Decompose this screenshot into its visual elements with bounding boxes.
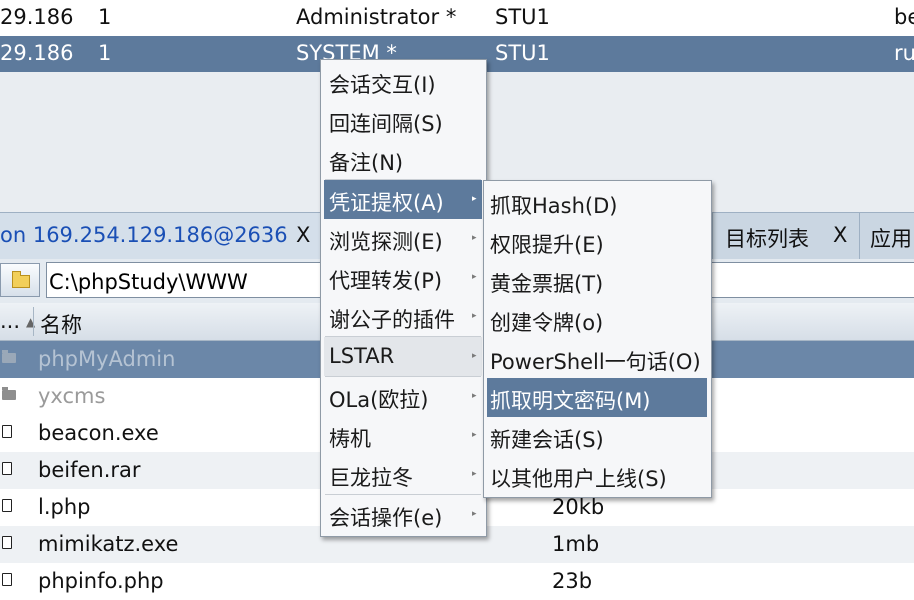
- menu-item-label: PowerShell一句话(O): [490, 350, 701, 374]
- file-name: yxcms: [38, 384, 106, 408]
- menu-item-label: 权限提升(E): [490, 233, 604, 257]
- tab-label: 应用: [870, 227, 912, 251]
- file-name: phpinfo.php: [38, 569, 164, 593]
- file-icon: [2, 425, 12, 438]
- session-row[interactable]: 29.186 1 Administrator * STU1 be: [0, 0, 914, 36]
- tab-targets[interactable]: 目标列表 X: [713, 213, 859, 259]
- file-size: 20kb: [552, 495, 605, 519]
- menu-item-label: 黄金票据(T): [490, 272, 604, 296]
- submenu-item-elevate[interactable]: 权限提升(E): [487, 222, 707, 261]
- menu-item-taowu[interactable]: 梼机 ▸: [324, 416, 482, 455]
- column-divider[interactable]: [33, 307, 34, 336]
- menu-item-plugin[interactable]: 谢公子的插件 ▸: [324, 297, 482, 336]
- file-icon: [2, 573, 12, 586]
- menu-item-label: 抓取明文密码(M): [490, 389, 651, 413]
- submenu-arrow-icon: ▸: [472, 391, 477, 401]
- submenu-item-spawn-session[interactable]: 新建会话(S): [487, 417, 707, 456]
- access-submenu: 抓取Hash(D) 权限提升(E) 黄金票据(T) 创建令牌(o) PowerS…: [483, 180, 712, 498]
- session-ip: 29.186: [0, 5, 74, 29]
- submenu-arrow-icon: ▸: [472, 272, 477, 282]
- file-icon: [2, 499, 12, 512]
- submenu-arrow-icon: ▸: [472, 233, 477, 243]
- browse-folder-button[interactable]: [0, 263, 40, 297]
- menu-item-session[interactable]: 会话操作(e) ▸: [324, 495, 482, 534]
- session-ip: 29.186: [0, 41, 74, 65]
- tab-file-browser[interactable]: on 169.254.129.186@2636 X: [0, 213, 322, 259]
- submenu-arrow-icon: ▸: [472, 351, 477, 361]
- menu-item-ladon[interactable]: 巨龙拉冬 ▸: [324, 455, 482, 494]
- file-name: l.php: [38, 495, 91, 519]
- submenu-item-powershell-oneliner[interactable]: PowerShell一句话(O): [487, 339, 707, 378]
- file-size: 1mb: [552, 532, 600, 556]
- folder-icon: [12, 271, 30, 288]
- menu-item-interact[interactable]: 会话交互(I): [324, 62, 482, 101]
- menu-item-ola[interactable]: OLa(欧拉) ▸: [324, 377, 482, 416]
- menu-item-label: 梼机: [329, 427, 371, 451]
- menu-item-note[interactable]: 备注(N): [324, 140, 482, 179]
- session-user: Administrator *: [296, 5, 457, 29]
- menu-item-label: 谢公子的插件: [329, 308, 455, 332]
- tab-close-icon[interactable]: X: [833, 223, 847, 247]
- session-extra: be: [894, 5, 914, 29]
- file-name: beacon.exe: [38, 421, 159, 445]
- menu-item-sleep[interactable]: 回连间隔(S): [324, 101, 482, 140]
- menu-item-explore[interactable]: 浏览探测(E) ▸: [324, 219, 482, 258]
- menu-item-label: 会话操作(e): [329, 506, 443, 530]
- session-extra: ru: [894, 41, 914, 65]
- submenu-arrow-icon: ▸: [472, 311, 477, 321]
- menu-item-label: 巨龙拉冬: [329, 466, 413, 490]
- session-pid: 1: [98, 41, 112, 65]
- menu-item-label: 抓取Hash(D): [490, 194, 618, 218]
- file-icon: [2, 536, 12, 549]
- menu-item-pivoting[interactable]: 代理转发(P) ▸: [324, 258, 482, 297]
- file-name: phpMyAdmin: [38, 347, 176, 371]
- menu-item-label: 创建令牌(o): [490, 311, 604, 335]
- column-header-dots[interactable]: ...: [0, 309, 20, 333]
- menu-item-label: 新建会话(S): [490, 428, 604, 452]
- menu-item-lstar[interactable]: LSTAR ▸: [324, 337, 482, 376]
- menu-item-access[interactable]: 凭证提权(A) ▸: [324, 180, 482, 219]
- session-pid: 1: [98, 5, 112, 29]
- menu-item-label: OLa(欧拉): [329, 388, 429, 412]
- folder-icon: [2, 350, 16, 363]
- tab-label: 目标列表: [725, 227, 809, 251]
- submenu-item-golden-ticket[interactable]: 黄金票据(T): [487, 261, 707, 300]
- menu-item-label: 以其他用户上线(S): [490, 467, 667, 491]
- folder-icon: [2, 387, 16, 400]
- submenu-item-dump-plaintext[interactable]: 抓取明文密码(M): [487, 378, 707, 417]
- submenu-arrow-icon: ▸: [472, 430, 477, 440]
- menu-item-label: 备注(N): [329, 151, 404, 175]
- file-icon: [2, 462, 12, 475]
- submenu-item-spawn-as[interactable]: 以其他用户上线(S): [487, 456, 707, 495]
- menu-item-label: 浏览探测(E): [329, 230, 443, 254]
- file-name: mimikatz.exe: [38, 532, 179, 556]
- session-context-menu: 会话交互(I) 回连间隔(S) 备注(N) 凭证提权(A) ▸ 浏览探测(E) …: [320, 59, 487, 537]
- menu-item-label: 回连间隔(S): [329, 112, 443, 136]
- menu-item-label: LSTAR: [329, 344, 395, 368]
- file-name: beifen.rar: [38, 458, 141, 482]
- submenu-arrow-icon: ▸: [472, 509, 477, 519]
- menu-item-label: 凭证提权(A): [329, 191, 444, 215]
- submenu-item-make-token[interactable]: 创建令牌(o): [487, 300, 707, 339]
- column-header-name[interactable]: 名称: [40, 309, 82, 339]
- submenu-arrow-icon: ▸: [472, 469, 477, 479]
- menu-item-label: 代理转发(P): [329, 269, 443, 293]
- tab-label: on 169.254.129.186@2636: [0, 223, 288, 247]
- submenu-item-dump-hashes[interactable]: 抓取Hash(D): [487, 183, 707, 222]
- tab-apps[interactable]: 应用: [860, 213, 914, 259]
- file-row[interactable]: phpinfo.php 23b: [0, 563, 914, 600]
- submenu-arrow-icon: ▸: [472, 194, 477, 204]
- session-computer: STU1: [495, 41, 550, 65]
- session-computer: STU1: [495, 5, 550, 29]
- tab-close-icon[interactable]: X: [296, 223, 310, 247]
- menu-item-label: 会话交互(I): [329, 73, 436, 97]
- file-size: 23b: [552, 569, 593, 593]
